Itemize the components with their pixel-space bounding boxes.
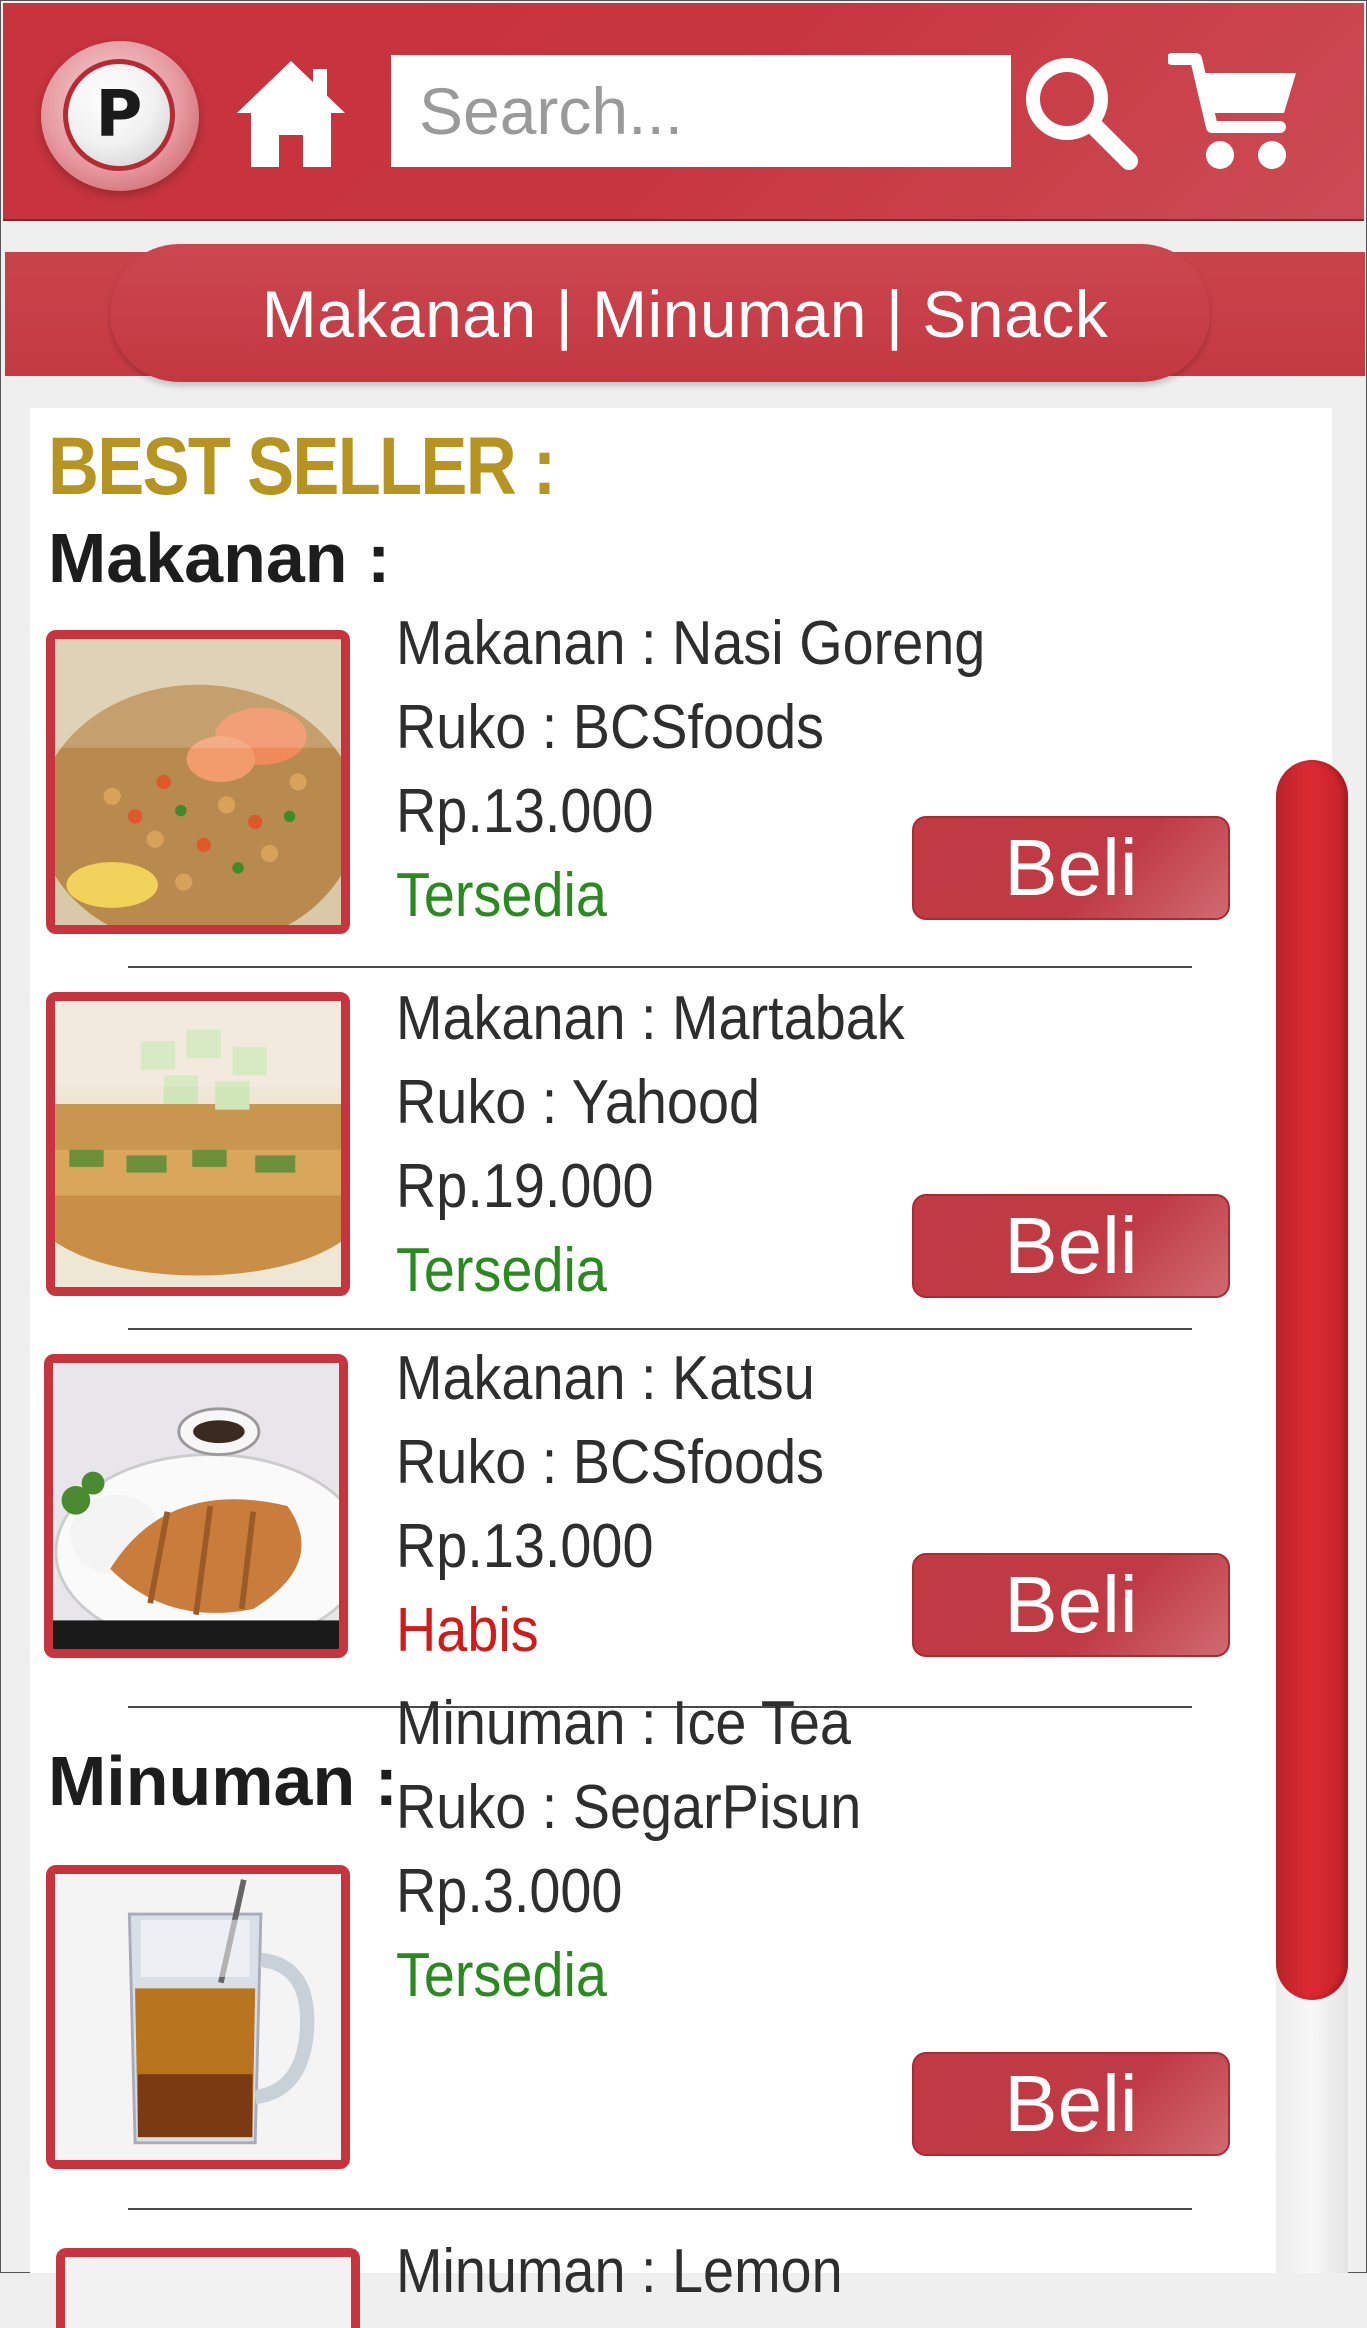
- product-store: Ruko : Yahood: [396, 1068, 761, 1137]
- product-status: Tersedia: [396, 861, 607, 930]
- buy-button[interactable]: Beli: [912, 816, 1230, 920]
- product-name: Makanan : Nasi Goreng: [396, 609, 986, 678]
- product-status: Tersedia: [396, 1236, 607, 1305]
- product-status: Habis: [396, 1596, 539, 1665]
- section-title-makanan: Makanan :: [48, 519, 391, 597]
- product-divider: [128, 966, 1192, 968]
- product-list-panel: BEST SELLER : Makanan : Makanan : Nasi G…: [30, 408, 1332, 2328]
- product-image-nasi-goreng[interactable]: [46, 630, 350, 934]
- logo-letter: P: [95, 78, 143, 152]
- scrollbar-thumb[interactable]: [1276, 760, 1348, 2000]
- product-name: Makanan : Martabak: [396, 984, 905, 1053]
- product-image-katsu[interactable]: [44, 1354, 348, 1658]
- category-separator: |: [885, 277, 904, 351]
- product-name: Minuman : Lemon: [396, 2237, 843, 2306]
- product-name: Makanan : Katsu: [396, 1344, 815, 1413]
- category-snack[interactable]: Snack: [922, 276, 1108, 352]
- top-header: P: [3, 3, 1364, 221]
- category-nav: Makanan | Minuman | Snack: [5, 252, 1365, 376]
- product-price: Rp.3.000: [396, 1857, 623, 1926]
- product-store: Ruko : BCSfoods: [396, 1428, 825, 1497]
- product-image-ice-tea[interactable]: [46, 1865, 350, 2169]
- buy-button[interactable]: Beli: [912, 2052, 1230, 2156]
- buy-button[interactable]: Beli: [912, 1194, 1230, 1298]
- search-input[interactable]: [391, 55, 1011, 167]
- product-image-lemon[interactable]: [56, 2248, 360, 2328]
- buy-button[interactable]: Beli: [912, 1553, 1230, 1657]
- product-price: Rp.13.000: [396, 777, 654, 846]
- product-status: Tersedia: [396, 1941, 607, 2010]
- product-store: Ruko : BCSfoods: [396, 693, 825, 762]
- product-image-martabak[interactable]: [46, 992, 350, 1296]
- category-makanan[interactable]: Makanan: [262, 276, 537, 352]
- product-name: Minuman : Ice Tea: [396, 1689, 851, 1758]
- product-price: Rp.13.000: [396, 1512, 654, 1581]
- cart-icon[interactable]: [1168, 51, 1300, 176]
- logo-badge: P: [63, 59, 175, 171]
- logo[interactable]: P: [41, 41, 199, 191]
- best-seller-heading: BEST SELLER :: [48, 421, 556, 512]
- product-store: Ruko : SegarPisun: [396, 1773, 862, 1842]
- section-title-minuman: Minuman :: [48, 1742, 398, 1820]
- home-icon[interactable]: [231, 55, 351, 175]
- product-divider: [128, 2208, 1192, 2210]
- category-minuman[interactable]: Minuman: [592, 276, 867, 352]
- product-price: Rp.19.000: [396, 1152, 654, 1221]
- category-separator: |: [555, 277, 574, 351]
- search-icon[interactable]: [1021, 53, 1139, 171]
- product-divider: [128, 1328, 1192, 1330]
